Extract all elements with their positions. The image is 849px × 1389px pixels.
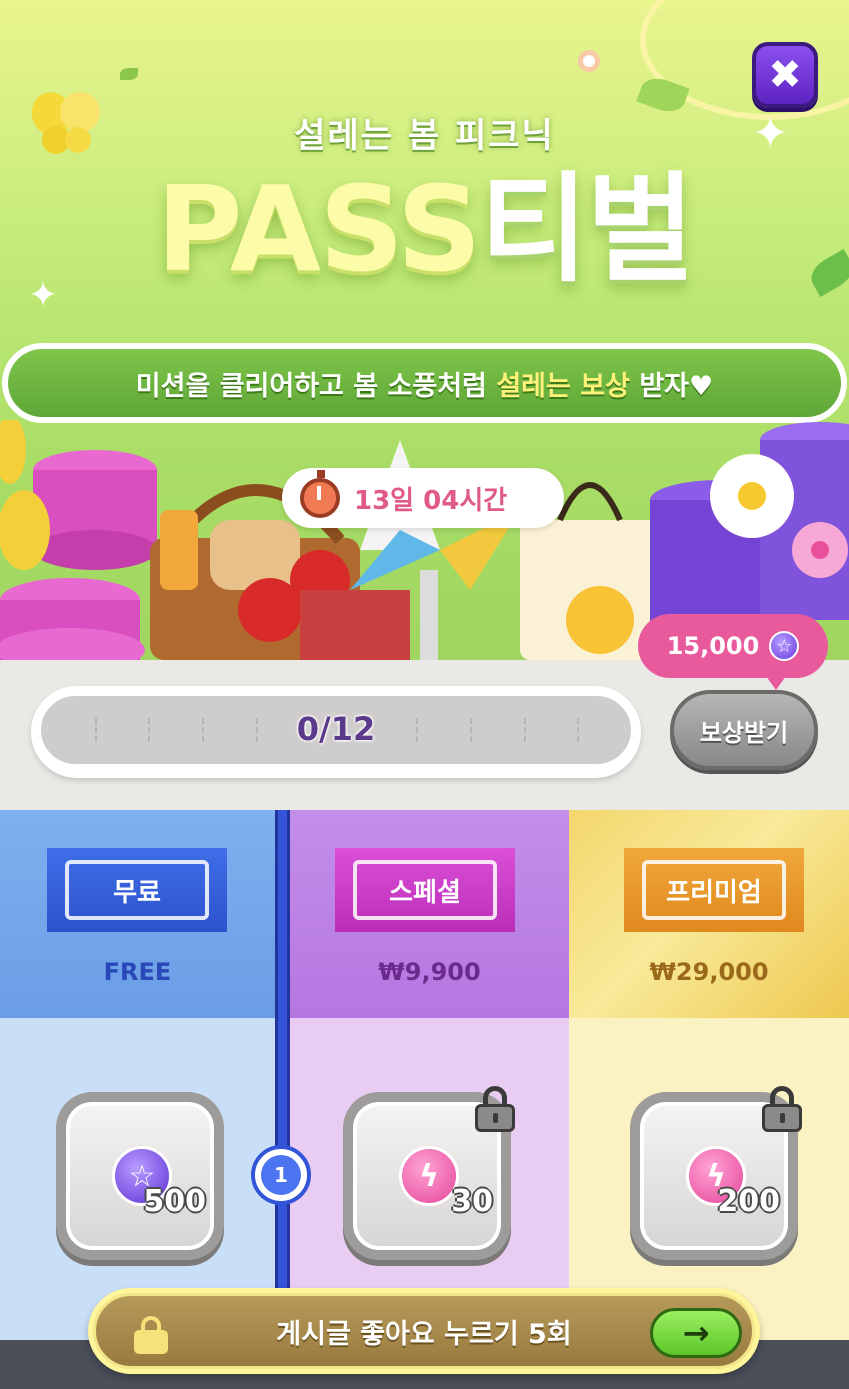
close-button[interactable]: ✖ [752,42,818,108]
close-icon: ✖ [768,52,802,98]
pass-progress-bar: 0/12 [31,686,641,778]
arrow-right-icon: → [682,1314,710,1352]
flower-icon [578,50,600,72]
star-gem-icon: ☆ [769,631,800,661]
reward-amount: 500 [143,1184,206,1219]
timer-remaining: 13일 04시간 [354,485,508,516]
banner-text-suffix: 받자♥ [629,370,714,402]
lock-icon [760,1086,804,1132]
tier-name: 무료 [65,860,209,920]
tier-ticket-free: 무료 [47,848,227,932]
title-rest: 티벌 [479,160,695,298]
level-node: 1 [251,1145,311,1205]
claim-reward-bubble: 15,000 ☆ [638,614,828,690]
leaf-icon [120,68,138,80]
lightning-gem-icon: ϟ [399,1146,459,1206]
banner-text-prefix: 미션을 클리어하고 봄 소풍처럼 [135,370,497,402]
tier-ticket-special[interactable]: 스페셜 [335,848,515,932]
reward-card-free[interactable]: ☆ 500 [56,1092,224,1260]
mission-bar[interactable]: 게시글 좋아요 누르기 5회 → [88,1288,760,1374]
banner-text-highlight: 설레는 보상 [496,370,630,402]
tier-header-premium: 프리미엄 ₩29,000 [569,810,849,1018]
title-pass: PASS [156,160,482,298]
tier-header-special: 스페셜 ₩9,900 [290,810,569,1018]
tier-header-free: 무료 FREE [0,810,275,1018]
lock-icon [473,1086,517,1132]
stopwatch-icon [300,470,340,518]
level-number: 1 [261,1155,301,1195]
tier-name: 프리미엄 [642,860,786,920]
tier-name: 스페셜 [353,860,497,920]
mission-go-button[interactable]: → [650,1308,742,1358]
claim-reward-button[interactable]: 보상받기 [670,690,818,770]
event-timer: 13일 04시간 [282,468,564,528]
tier-price: FREE [103,958,172,986]
reward-card-premium[interactable]: ϟ 200 [630,1086,802,1260]
reward-amount: 30 [451,1184,493,1219]
event-title: PASS티벌 [0,170,849,288]
hero-banner: ✦ ✦ 설레는 봄 피크닉 PASS티벌 미션을 클리어하고 봄 소풍처럼 설레… [0,0,849,660]
bubble-amount: 15,000 [666,632,760,660]
tier-price: ₩29,000 [649,958,769,986]
reward-card-special[interactable]: ϟ 30 [343,1086,515,1260]
event-subtitle: 설레는 봄 피크닉 [294,116,555,156]
mission-description-banner: 미션을 클리어하고 봄 소풍처럼 설레는 보상 받자♥ [2,343,847,423]
reward-amount: 200 [717,1184,780,1219]
tier-price: ₩9,900 [378,958,481,986]
progress-label: 0/12 [296,710,376,748]
tier-ticket-premium[interactable]: 프리미엄 [624,848,804,932]
